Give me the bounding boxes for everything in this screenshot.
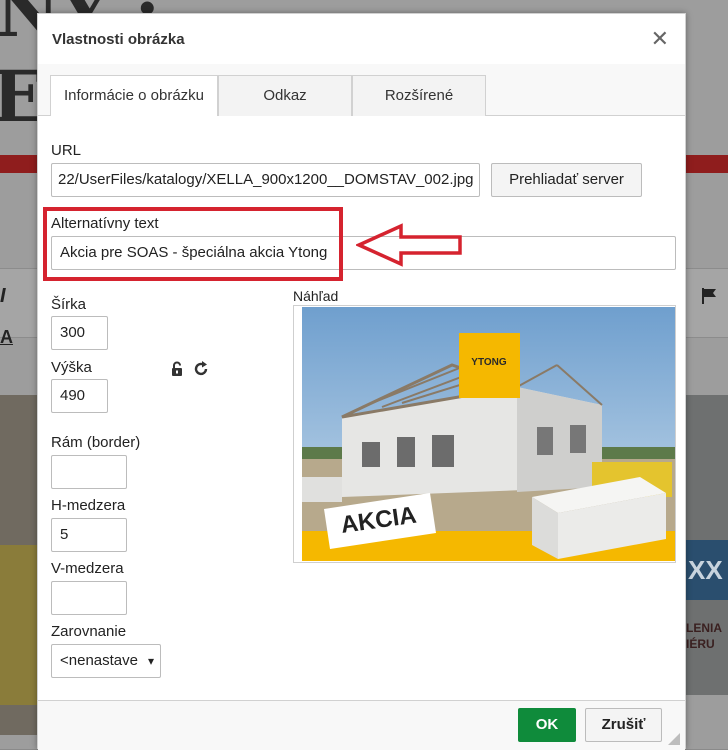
image-preview: YTONG AKCIA [293, 305, 676, 563]
italic-icon: I [0, 285, 6, 307]
left-arrow-annotation [356, 223, 462, 267]
background-right-image: XX LENIA IÉRU [686, 395, 728, 695]
url-label: URL [51, 142, 82, 159]
chevron-down-icon: ▾ [147, 654, 154, 668]
text-color-icon: A [0, 327, 13, 347]
resize-handle-icon[interactable] [668, 733, 680, 745]
align-select-value: <nenastave [60, 652, 138, 669]
background-banner-text: XX [686, 540, 728, 600]
flag-icon [702, 288, 716, 304]
lock-icon[interactable] [169, 361, 185, 377]
reset-size-icon[interactable] [192, 360, 210, 378]
height-label: Výška [51, 359, 92, 376]
preview-image: YTONG AKCIA [302, 307, 675, 561]
url-input[interactable]: 22/UserFiles/katalogy/XELLA_900x1200__DO… [51, 163, 480, 197]
dialog-footer: OK Zrušiť [38, 700, 685, 750]
vspace-input[interactable] [51, 581, 127, 615]
width-label: Šírka [51, 296, 87, 313]
width-input[interactable]: 300 [51, 316, 108, 350]
tab-image-info[interactable]: Informácie o obrázku [50, 75, 218, 117]
height-input[interactable]: 490 [51, 379, 108, 413]
tab-link[interactable]: Odkaz [218, 75, 352, 117]
background-banner-lines: LENIA IÉRU [686, 621, 722, 651]
dialog-title: Vlastnosti obrázka [38, 14, 685, 64]
tabs-bar: Informácie o obrázku Odkaz Rozšírené [38, 64, 685, 117]
hspace-label: H-medzera [51, 497, 126, 514]
close-icon[interactable]: ✕ [651, 28, 669, 50]
hspace-input[interactable]: 5 [51, 518, 127, 552]
browse-server-button[interactable]: Prehliadať server [491, 163, 642, 197]
border-label: Rám (border) [51, 434, 141, 451]
ok-button[interactable]: OK [518, 708, 576, 742]
align-select[interactable]: <nenastave ▾ [51, 644, 161, 678]
tab-advanced[interactable]: Rozšírené [352, 75, 486, 117]
preview-label: Náhľad [293, 288, 339, 304]
border-input[interactable] [51, 455, 127, 489]
annotation-highlight-box [43, 207, 343, 281]
preview-logo-text: YTONG [471, 357, 507, 368]
cancel-button[interactable]: Zrušiť [585, 708, 662, 742]
dialog-content: URL 22/UserFiles/katalogy/XELLA_900x1200… [38, 116, 685, 700]
image-properties-dialog: Vlastnosti obrázka ✕ Informácie o obrázk… [37, 13, 686, 750]
align-label: Zarovnanie [51, 623, 127, 640]
vspace-label: V-medzera [51, 560, 124, 577]
background-left-image [0, 395, 38, 735]
